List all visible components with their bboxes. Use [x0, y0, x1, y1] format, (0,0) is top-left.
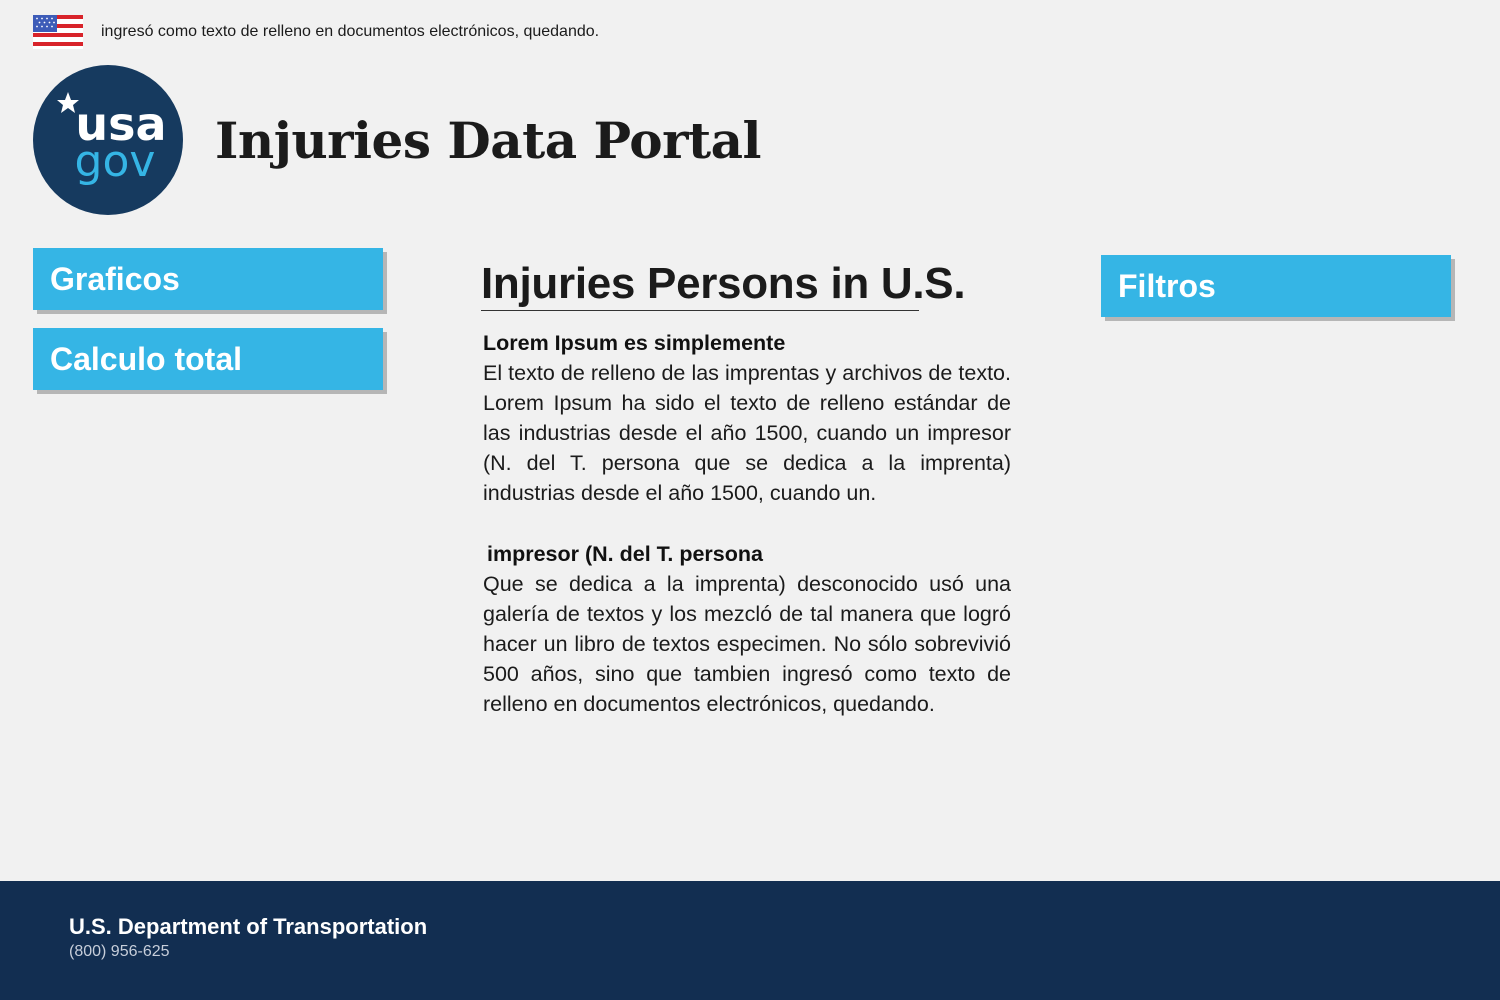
main-content: Lorem Ipsum es simplemente El texto de r…: [483, 328, 1011, 719]
content-section: impresor (N. del T. persona Que se dedic…: [483, 539, 1011, 719]
footer-org-name: U.S. Department of Transportation: [69, 914, 428, 939]
us-flag-icon: [33, 15, 83, 49]
site-header: usa gov Injuries Data Portal: [33, 65, 761, 215]
site-footer: U.S. Department of Transportation (800) …: [0, 881, 1500, 1000]
logo-gov-text: gov: [75, 136, 156, 187]
sidebar-item-graficos[interactable]: Graficos: [33, 248, 383, 310]
sidebar-item-calculo-total[interactable]: Calculo total: [33, 328, 383, 390]
section-body: El texto de relleno de las imprentas y a…: [483, 361, 1011, 505]
section-heading: impresor (N. del T. persona: [487, 542, 763, 566]
gov-banner: ingresó como texto de relleno en documen…: [33, 14, 599, 50]
usagov-logo[interactable]: usa gov: [33, 65, 183, 215]
footer-phone[interactable]: (800) 956-625: [69, 943, 170, 961]
filters-button[interactable]: Filtros: [1101, 255, 1451, 317]
content-section: Lorem Ipsum es simplemente El texto de r…: [483, 328, 1011, 508]
page-title: Injuries Persons in U.S.: [481, 258, 966, 311]
banner-text: ingresó como texto de relleno en documen…: [101, 23, 600, 40]
section-heading: Lorem Ipsum es simplemente: [483, 331, 786, 355]
section-body: Que se dedica a la imprenta) desconocido…: [483, 572, 1011, 716]
site-title: Injuries Data Portal: [215, 110, 761, 170]
